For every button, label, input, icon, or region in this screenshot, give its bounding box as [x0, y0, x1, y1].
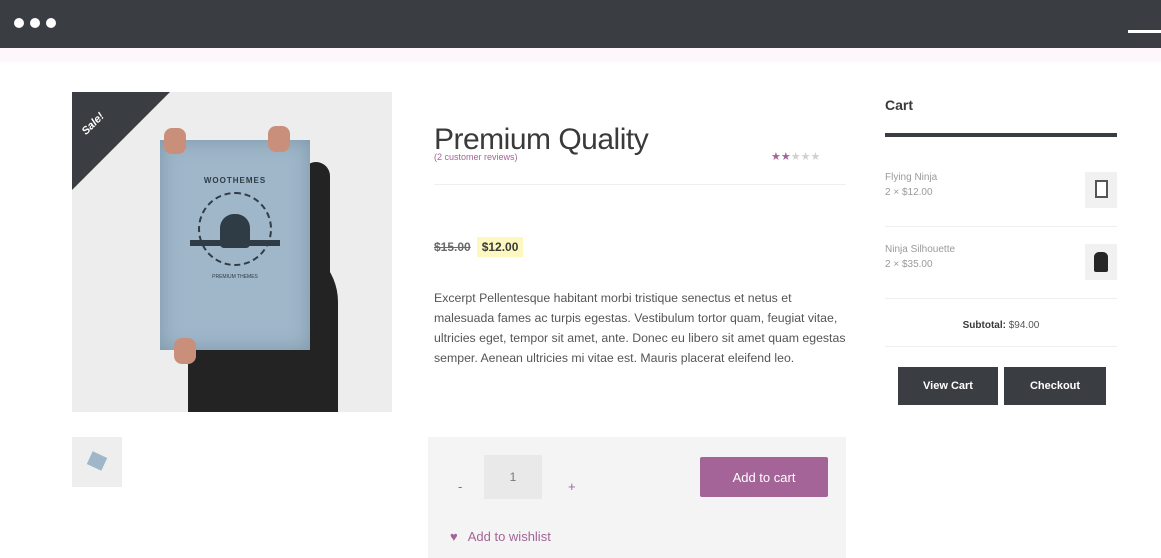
view-cart-button[interactable]: View Cart: [898, 367, 998, 405]
browser-top-bar: [0, 0, 1161, 48]
star-empty-icon: ★: [790, 151, 801, 163]
quantity-input[interactable]: [484, 455, 542, 499]
cart-item: Flying Ninja 2 × $12.00: [885, 172, 1117, 208]
star-rating: ★★★★★: [771, 150, 820, 163]
cart-item-thumbnail[interactable]: [1085, 172, 1117, 208]
add-to-wishlist-link[interactable]: ♥ Add to wishlist: [450, 529, 551, 544]
product-thumbnail[interactable]: [72, 437, 122, 487]
checkout-button[interactable]: Checkout: [1004, 367, 1106, 405]
poster: WOOTHEMES PREMIUM THEMES: [160, 140, 310, 350]
sale-corner: [72, 92, 170, 190]
tshirt-icon: [1095, 180, 1108, 198]
heart-icon: ♥: [450, 529, 458, 544]
star-empty-icon: ★: [810, 151, 821, 163]
cart-item-quantity: 2 × $12.00: [885, 187, 933, 198]
wishlist-label: Add to wishlist: [467, 529, 551, 544]
add-to-cart-form: - + Add to cart ♥ Add to wishlist: [428, 437, 846, 558]
product-image[interactable]: WOOTHEMES PREMIUM THEMES Sale!: [72, 92, 392, 412]
cart-subtotal: Subtotal: $94.00: [885, 320, 1117, 331]
star-icon: ★: [780, 151, 791, 163]
cart-widget-title: Cart: [885, 97, 914, 113]
star-empty-icon: ★: [800, 151, 811, 163]
poster-brand: WOOTHEMES: [203, 176, 267, 185]
window-dot-minimize[interactable]: [30, 18, 40, 28]
bottom-hand: [174, 338, 196, 364]
product-description: Excerpt Pellentesque habitant morbi tris…: [434, 291, 846, 365]
hoodie-icon: [1094, 252, 1108, 272]
window-dot-close[interactable]: [14, 18, 24, 28]
divider: [885, 298, 1117, 299]
cart-title-underline: [885, 133, 1117, 137]
window-controls: [14, 18, 56, 28]
price-sale: $12.00: [476, 237, 524, 257]
divider: [885, 226, 1117, 227]
divider: [885, 346, 1117, 347]
window-dot-maximize[interactable]: [46, 18, 56, 28]
header-strip: [0, 48, 1161, 62]
poster-banner: [190, 240, 280, 246]
subtotal-label: Subtotal:: [962, 320, 1006, 331]
thumbnail-poster-icon: [86, 451, 108, 471]
cart-item: Ninja Silhouette 2 × $35.00: [885, 244, 1117, 280]
divider: [434, 184, 846, 185]
customer-reviews-link[interactable]: (2 customer reviews): [434, 152, 518, 162]
cart-item-name[interactable]: Ninja Silhouette: [885, 244, 1117, 255]
price-old: $15.00: [434, 240, 471, 254]
cart-item-name[interactable]: Flying Ninja: [885, 172, 1117, 183]
poster-tagline: PREMIUM THEMES: [212, 274, 258, 280]
quantity-decrease-button[interactable]: -: [458, 479, 462, 494]
product-price: $15.00 $12.00: [434, 236, 524, 258]
add-to-cart-button[interactable]: Add to cart: [700, 457, 828, 497]
cart-item-quantity: 2 × $35.00: [885, 259, 933, 270]
cart-item-thumbnail[interactable]: [1085, 244, 1117, 280]
star-icon: ★: [771, 151, 781, 163]
subtotal-value: $94.00: [1008, 320, 1040, 331]
menu-icon[interactable]: [1128, 30, 1161, 33]
quantity-increase-button[interactable]: +: [568, 479, 576, 494]
right-hand: [268, 126, 290, 152]
